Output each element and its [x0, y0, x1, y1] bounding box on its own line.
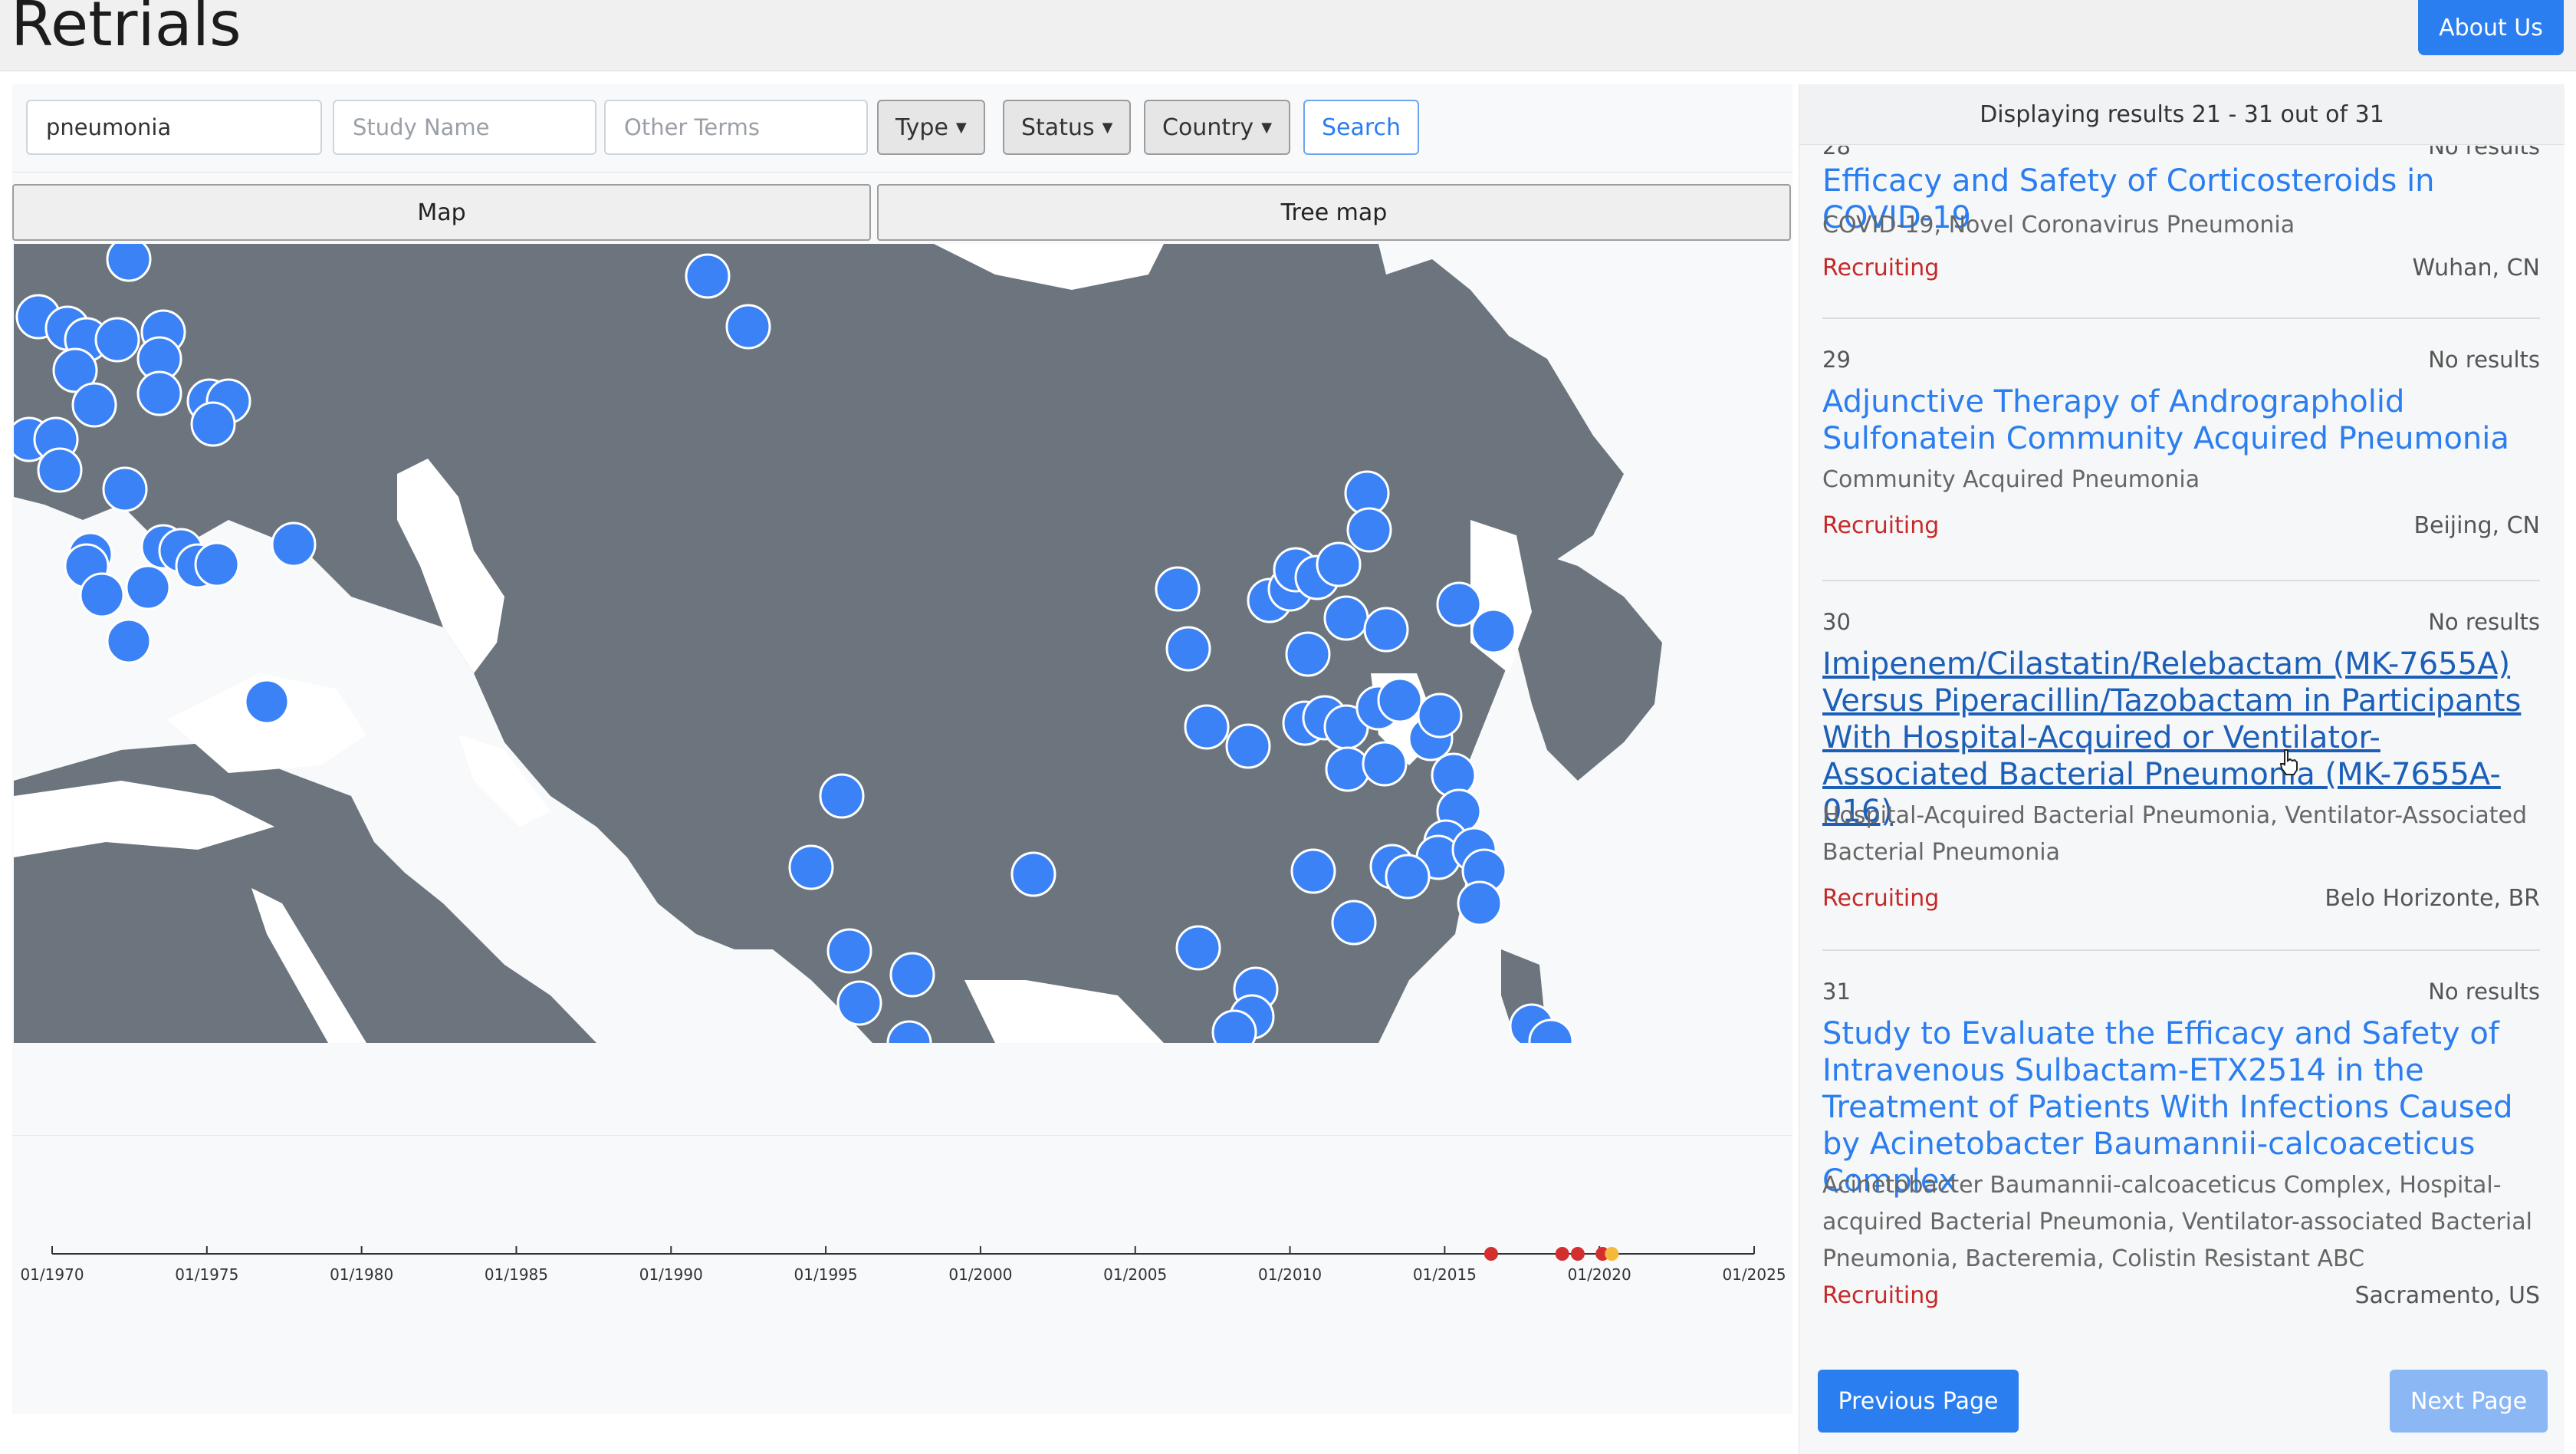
result-status: Recruiting: [1822, 512, 1940, 539]
results-summary: Displaying results 21 - 31 out of 31: [1799, 84, 2564, 145]
top-navbar: Retrials About Us: [0, 0, 2576, 71]
result-location: Sacramento, US: [2354, 1282, 2540, 1309]
type-dropdown-label: Type: [895, 113, 948, 141]
other-terms-input[interactable]: [604, 100, 868, 155]
type-dropdown[interactable]: Type ▼: [877, 100, 985, 155]
timeline-tick-label: 01/1995: [794, 1265, 858, 1284]
timeline-event-dot[interactable]: [1570, 1247, 1585, 1261]
timeline-tick-label: 01/1980: [330, 1265, 393, 1284]
result-title-link[interactable]: Adjunctive Therapy of Andrographolid Sul…: [1822, 383, 2540, 457]
hand-cursor-icon: [2279, 749, 2298, 775]
timeline-tick-label: 01/1985: [485, 1265, 548, 1284]
result-number: 28: [1822, 146, 1851, 160]
search-button[interactable]: Search: [1303, 100, 1420, 155]
result-availability: No results: [2428, 979, 2540, 1005]
result-availability: No results: [2428, 146, 2540, 160]
timeline-event-dot[interactable]: [1605, 1247, 1619, 1261]
condition-input[interactable]: [26, 100, 322, 155]
country-dropdown-label: Country: [1162, 113, 1254, 141]
timeline-event-dot[interactable]: [1555, 1247, 1569, 1261]
timeline-event-dot[interactable]: [1484, 1247, 1498, 1261]
tab-map[interactable]: Map: [12, 184, 871, 241]
result-number: 30: [1822, 609, 1851, 635]
trial-location-map[interactable]: [14, 244, 1792, 1043]
result-status: Recruiting: [1822, 885, 1940, 912]
result-conditions: Acinetobacter Baumannii-calcoaceticus Co…: [1822, 1172, 2532, 1272]
timeline-tick-label: 01/1975: [175, 1265, 238, 1284]
timeline-brush[interactable]: 01/1970 01/1975 01/1980 01/1985 01/1990 01/19…: [12, 1135, 1792, 1412]
result-availability: No results: [2428, 347, 2540, 373]
result-number: 31: [1822, 979, 1851, 1005]
previous-page-button[interactable]: Previous Page: [1818, 1370, 2019, 1433]
result-location: Beijing, CN: [2413, 512, 2540, 539]
about-us-button[interactable]: About Us: [2418, 0, 2564, 55]
next-page-button[interactable]: Next Page: [2390, 1370, 2548, 1433]
results-panel: Displaying results 21 - 31 out of 31 28 …: [1799, 84, 2564, 1454]
status-dropdown-label: Status: [1021, 113, 1095, 141]
timeline-tick-label: 01/2010: [1258, 1265, 1322, 1284]
chevron-down-icon: ▼: [955, 119, 967, 136]
timeline-tick-label: 01/1990: [639, 1265, 703, 1284]
result-number: 29: [1822, 347, 1851, 373]
map-svg: [14, 244, 1662, 1043]
timeline-tick-label: 01/2005: [1103, 1265, 1167, 1284]
result-availability: No results: [2428, 609, 2540, 635]
timeline-svg: 01/1970 01/1975 01/1980 01/1985 01/1990 01/19…: [20, 1246, 1786, 1284]
tab-tree-map[interactable]: Tree map: [877, 184, 1791, 241]
timeline-tick-label: 01/2000: [948, 1265, 1012, 1284]
timeline-tick-label: 01/2020: [1568, 1265, 1631, 1284]
result-conditions: Community Acquired Pneumonia: [1822, 466, 2200, 493]
status-dropdown[interactable]: Status ▼: [1003, 100, 1132, 155]
result-divider: [1822, 580, 2540, 581]
country-dropdown[interactable]: Country ▼: [1144, 100, 1291, 155]
timeline-tick-label: 01/2015: [1413, 1265, 1477, 1284]
search-form: Type ▼ Status ▼ Country ▼ Search: [12, 84, 1792, 173]
result-location: Belo Horizonte, BR: [2325, 885, 2540, 912]
result-conditions: Hospital-Acquired Bacterial Pneumonia, V…: [1822, 802, 2527, 866]
timeline-ticks: 01/1970 01/1975 01/1980 01/1985 01/1990 01/19…: [20, 1246, 1786, 1284]
result-location: Wuhan, CN: [2412, 255, 2540, 281]
results-list[interactable]: 28 No results Efficacy and Safety of Cor…: [1799, 146, 2564, 1350]
result-divider: [1822, 949, 2540, 951]
result-status: Recruiting: [1822, 255, 1940, 281]
chevron-down-icon: ▼: [1261, 119, 1273, 136]
timeline-tick-label: 01/2025: [1722, 1265, 1786, 1284]
result-divider: [1822, 317, 2540, 319]
result-status: Recruiting: [1822, 1282, 1940, 1309]
brand-logo[interactable]: Retrials: [11, 0, 242, 63]
study-name-input[interactable]: [333, 100, 596, 155]
chevron-down-icon: ▼: [1102, 119, 1113, 136]
land-layer: [14, 244, 1662, 1043]
timeline-tick-label: 01/1970: [20, 1265, 84, 1284]
result-conditions: COVID-19, Novel Coronavirus Pneumonia: [1822, 212, 2295, 238]
